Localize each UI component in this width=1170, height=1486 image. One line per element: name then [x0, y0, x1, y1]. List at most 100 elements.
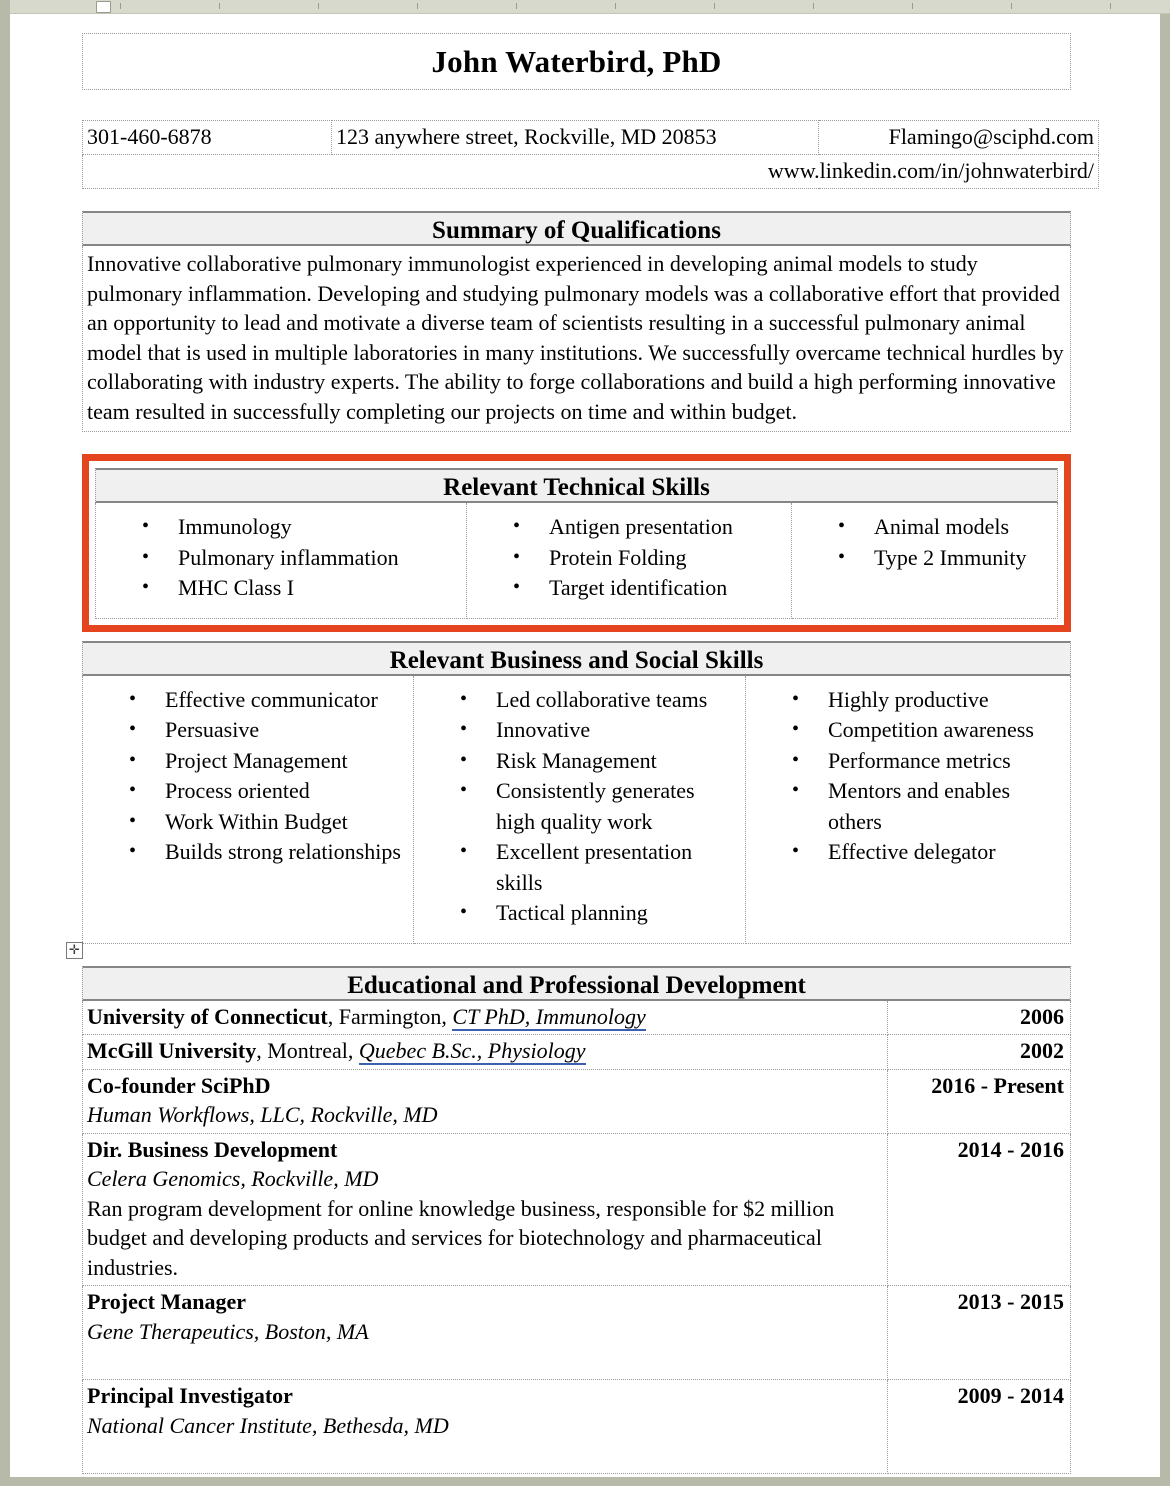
- entry-spacer: [87, 1440, 881, 1470]
- resume-document: John Waterbird, PhD 301-460-6878 123 any…: [66, 33, 1099, 1474]
- job-title: Co-founder SciPhD: [87, 1072, 271, 1098]
- list-item: Target identification: [513, 572, 785, 604]
- skill-list: Effective communicatorPersuasiveProject …: [83, 684, 413, 868]
- list-item: Process oriented: [129, 775, 407, 807]
- table-row: Principal Investigator National Cancer In…: [82, 1379, 1071, 1474]
- table-row: www.linkedin.com/in/johnwaterbird/: [82, 154, 1099, 189]
- ruler-tick: [318, 3, 319, 9]
- contact-table: 301-460-6878 123 anywhere street, Rockvi…: [82, 120, 1099, 189]
- list-item: Project Management: [129, 745, 407, 777]
- education-location: , Farmington,: [327, 1003, 453, 1029]
- skill-list: ImmunologyPulmonary inflammationMHC Clas…: [96, 511, 466, 604]
- technical-skills-highlight-box: Relevant Technical Skills ImmunologyPulm…: [82, 454, 1071, 632]
- education-entry-detail: Dir. Business Development Celera Genomics…: [82, 1133, 888, 1286]
- list-item: Performance metrics: [792, 745, 1064, 777]
- business-skills-grid: Effective communicatorPersuasiveProject …: [82, 675, 1071, 944]
- name-table: John Waterbird, PhD: [82, 33, 1071, 90]
- table-row: McGill University, Montreal, Quebec B.Sc…: [82, 1034, 1071, 1070]
- entry-spacer: [87, 1346, 881, 1376]
- business-skills-section: Relevant Business and Social Skills Effe…: [82, 640, 1071, 944]
- job-employer: Human Workflows, LLC, Rockville, MD: [87, 1102, 438, 1127]
- table-row: University of Connecticut, Farmington, C…: [82, 1000, 1071, 1035]
- list-item: Innovative: [460, 714, 739, 746]
- business-skills-column-2: Led collaborative teamsInnovativeRisk Ma…: [413, 675, 746, 944]
- job-employer: Celera Genomics, Rockville, MD: [87, 1166, 379, 1191]
- education-entry-date: 2016 - Present: [887, 1069, 1071, 1134]
- contact-linkedin[interactable]: www.linkedin.com/in/johnwaterbird/: [82, 154, 1099, 189]
- word-ruler[interactable]: [10, 0, 1170, 14]
- list-item: Animal models: [838, 511, 1051, 543]
- table-row: Co-founder SciPhD Human Workflows, LLC, R…: [82, 1069, 1071, 1134]
- job-title: Principal Investigator: [87, 1383, 293, 1408]
- list-item: Mentors and enables others: [792, 775, 1064, 837]
- job-title: Project Manager: [87, 1289, 247, 1314]
- list-item: Competition awareness: [792, 714, 1064, 746]
- education-entry-date: 2002: [887, 1034, 1071, 1070]
- page-title: John Waterbird, PhD: [431, 43, 722, 79]
- education-entry-detail: McGill University, Montreal, Quebec B.Sc…: [82, 1034, 888, 1070]
- education-location: , Montreal,: [256, 1038, 359, 1063]
- education-entry-date: 2013 - 2015: [887, 1285, 1071, 1380]
- list-item: Consistently generates high quality work: [460, 775, 739, 837]
- table-row: John Waterbird, PhD: [82, 33, 1071, 90]
- ruler-tick: [1110, 3, 1111, 9]
- education-entry-detail: Project Manager Gene Therapeutics, Boston…: [82, 1285, 888, 1380]
- ruler-tick: [615, 3, 616, 9]
- education-entry-date: 2006: [887, 1000, 1071, 1035]
- education-table: University of Connecticut, Farmington, C…: [82, 1000, 1071, 1474]
- tab-stop-marker[interactable]: [96, 1, 111, 13]
- contact-phone: 301-460-6878: [82, 120, 332, 155]
- education-entry-detail: University of Connecticut, Farmington, C…: [82, 1000, 888, 1035]
- ruler-tick: [1011, 3, 1012, 9]
- list-item: Effective communicator: [129, 684, 407, 716]
- ruler-tick: [813, 3, 814, 9]
- table-row: ImmunologyPulmonary inflammationMHC Clas…: [95, 503, 1058, 619]
- job-description: Ran program development for online knowl…: [87, 1195, 835, 1280]
- ruler-tick: [219, 3, 220, 9]
- education-degree: Quebec B.Sc., Physiology: [358, 1038, 586, 1065]
- technical-skills-column-3: Animal modelsType 2 Immunity: [791, 503, 1058, 619]
- summary-heading: Summary of Qualifications: [82, 211, 1071, 246]
- education-heading: Educational and Professional Development: [82, 965, 1071, 1001]
- list-item: Work Within Budget: [129, 806, 407, 838]
- job-title: Dir. Business Development: [87, 1136, 338, 1162]
- document-page: John Waterbird, PhD 301-460-6878 123 any…: [0, 0, 1170, 1486]
- table-row: Effective communicatorPersuasiveProject …: [82, 675, 1071, 944]
- ruler-tick: [120, 3, 121, 9]
- education-entry-detail: Co-founder SciPhD Human Workflows, LLC, R…: [82, 1069, 888, 1134]
- business-skills-column-1: Effective communicatorPersuasiveProject …: [82, 675, 414, 944]
- list-item: Effective delegator: [792, 836, 1064, 868]
- education-entry-date: 2009 - 2014: [887, 1379, 1071, 1474]
- contact-address: 123 anywhere street, Rockville, MD 20853: [331, 120, 819, 155]
- table-move-handle-icon[interactable]: ✛: [66, 941, 83, 959]
- list-item: Type 2 Immunity: [838, 542, 1051, 574]
- list-item: Immunology: [142, 511, 460, 543]
- summary-section: Summary of Qualifications Innovative col…: [82, 211, 1071, 432]
- technical-skills-column-2: Antigen presentationProtein FoldingTarge…: [466, 503, 792, 619]
- education-section: ✛ Educational and Professional Developme…: [66, 941, 1071, 1474]
- list-item: Excellent presentation skills: [460, 836, 739, 898]
- list-item: Builds strong relationships: [129, 836, 407, 868]
- education-institution: McGill University: [87, 1038, 257, 1063]
- list-item: Protein Folding: [513, 542, 785, 574]
- job-employer: National Cancer Institute, Bethesda, MD: [87, 1412, 449, 1438]
- list-item: Pulmonary inflammation: [142, 542, 460, 574]
- technical-skills-grid: ImmunologyPulmonary inflammationMHC Clas…: [95, 503, 1058, 619]
- ruler-tick: [714, 3, 715, 9]
- business-skills-column-3: Highly productiveCompetition awarenessPe…: [745, 675, 1071, 944]
- education-institution: University of Connecticut: [87, 1003, 328, 1029]
- list-item: MHC Class I: [142, 572, 460, 604]
- list-item: Antigen presentation: [513, 511, 785, 543]
- list-item: Risk Management: [460, 745, 739, 777]
- name-cell: John Waterbird, PhD: [82, 33, 1071, 90]
- summary-body: Innovative collaborative pulmonary immun…: [82, 246, 1071, 432]
- skill-list: Animal modelsType 2 Immunity: [792, 511, 1057, 574]
- list-item: Led collaborative teams: [460, 684, 739, 716]
- table-row: 301-460-6878 123 anywhere street, Rockvi…: [82, 120, 1099, 155]
- contact-email[interactable]: Flamingo@sciphd.com: [818, 120, 1099, 155]
- list-item: Highly productive: [792, 684, 1064, 716]
- job-employer: Gene Therapeutics, Boston, MA: [87, 1318, 369, 1344]
- ruler-tick: [417, 3, 418, 9]
- skill-list: Led collaborative teamsInnovativeRisk Ma…: [414, 684, 745, 929]
- education-entry-detail: Principal Investigator National Cancer In…: [82, 1379, 888, 1474]
